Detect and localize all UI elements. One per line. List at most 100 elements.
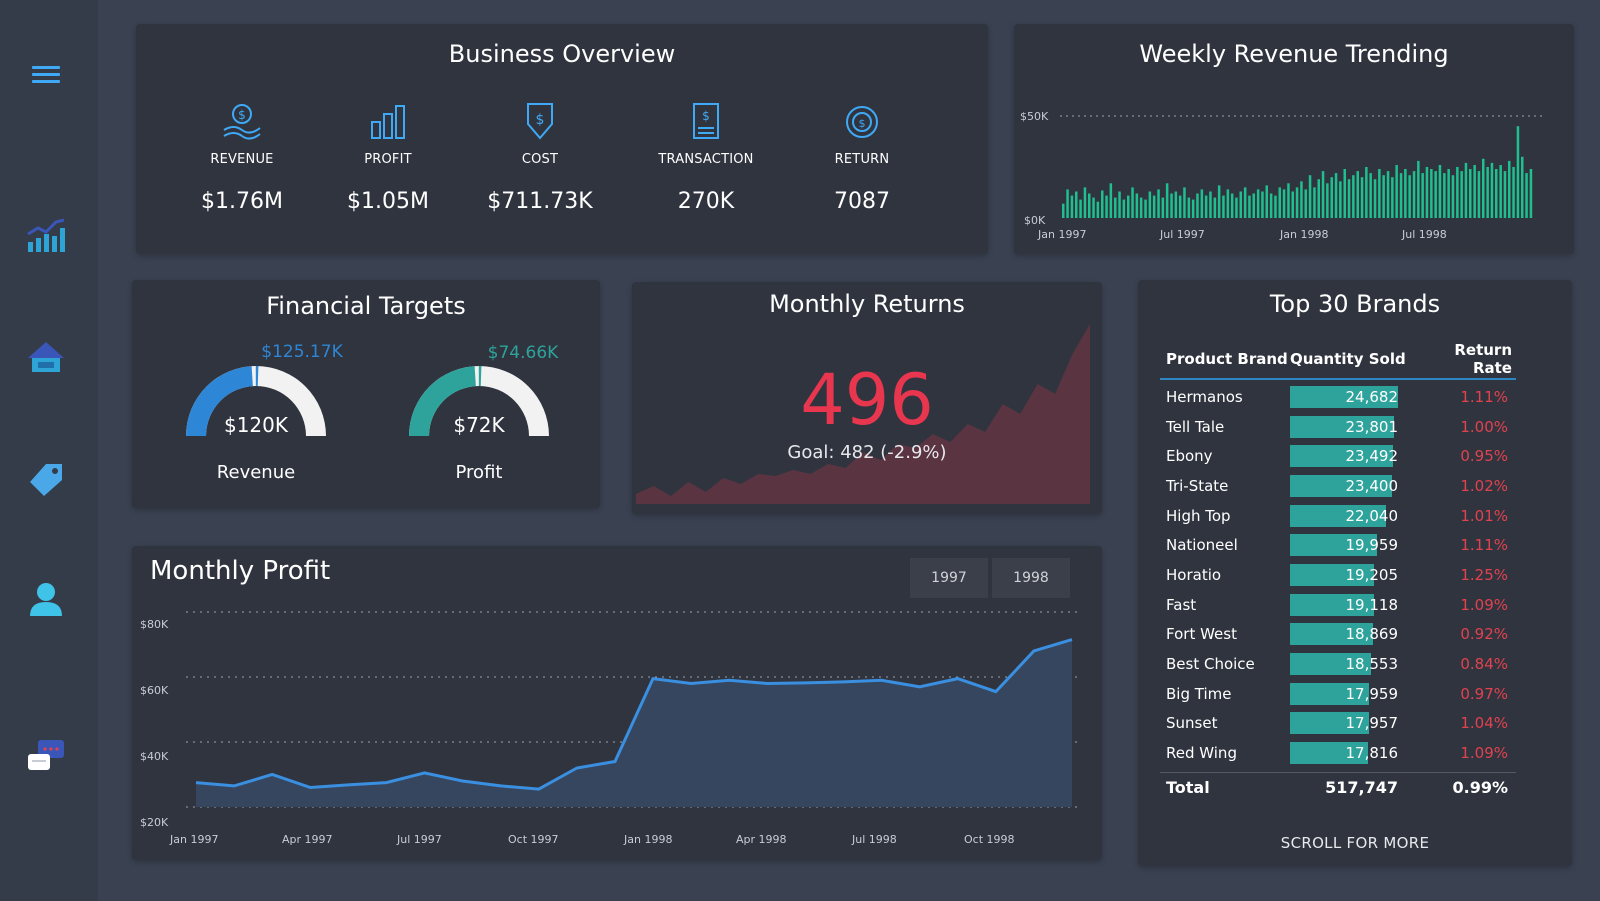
revenue-bar xyxy=(1373,179,1377,218)
revenue-bar xyxy=(1451,175,1455,218)
revenue-bar xyxy=(1079,199,1082,218)
revenue-bar xyxy=(1178,195,1182,218)
brand-name: Hermanos xyxy=(1166,387,1243,406)
table-row[interactable]: Sunset 17,957 1.04% xyxy=(1160,709,1516,739)
revenue-bar xyxy=(1330,177,1333,218)
kpi-value: 270K xyxy=(677,189,735,214)
table-header: Product Brand Quantity Sold Return Rate xyxy=(1160,340,1516,380)
kpi-label: RETURN xyxy=(834,152,890,167)
revenue-bar xyxy=(1109,183,1113,218)
revenue-bar xyxy=(1412,171,1416,218)
top-brands-panel: Top 30 Brands Product Brand Quantity Sol… xyxy=(1138,280,1572,866)
quantity-value: 17,816 xyxy=(1345,744,1399,763)
svg-text:$: $ xyxy=(536,112,545,128)
table-row[interactable]: High Top 22,040 1.01% xyxy=(1160,501,1516,531)
return-rate: 0.92% xyxy=(1460,625,1508,644)
user-icon[interactable] xyxy=(26,580,66,620)
revenue-bar xyxy=(1386,171,1390,218)
revenue-bar xyxy=(1521,156,1524,218)
column-header-return-rate[interactable]: Return Rate xyxy=(1414,341,1516,377)
revenue-bar xyxy=(1217,185,1221,218)
kpi-value: $1.05M xyxy=(347,189,429,214)
revenue-bar xyxy=(1516,126,1520,218)
revenue-bar xyxy=(1503,171,1507,218)
brand-name: High Top xyxy=(1166,506,1231,525)
revenue-bar xyxy=(1230,193,1234,218)
revenue-bar xyxy=(1196,193,1199,218)
weekly-revenue-chart: $50K $0K Jan 1997 Jul 1997 Jan 1998 Jul … xyxy=(1020,110,1544,241)
revenue-bar xyxy=(1512,167,1515,218)
revenue-bar xyxy=(1282,189,1286,218)
revenue-bar xyxy=(1209,191,1212,218)
table-row[interactable]: Nationeel 19,959 1.11% xyxy=(1160,530,1516,560)
x-tick-label: Jan 1997 xyxy=(169,833,218,846)
basket-icon[interactable] xyxy=(26,338,66,378)
table-row[interactable]: Red Wing 17,816 1.09% xyxy=(1160,738,1516,768)
cost-icon: $ xyxy=(527,103,553,140)
revenue-bar xyxy=(1399,173,1403,218)
column-header-brand[interactable]: Product Brand xyxy=(1160,350,1290,368)
revenue-bar xyxy=(1278,187,1281,218)
return-rate: 1.00% xyxy=(1460,417,1508,436)
table-row[interactable]: Horatio 19,205 1.25% xyxy=(1160,560,1516,590)
menu-icon[interactable] xyxy=(26,56,66,96)
tag-icon[interactable] xyxy=(26,460,66,500)
revenue-bar xyxy=(1456,167,1459,218)
svg-text:$: $ xyxy=(238,108,246,122)
return-rate: 1.11% xyxy=(1460,536,1508,555)
table-body[interactable]: Hermanos 24,682 1.11% Tell Tale 23,801 1.00% E… xyxy=(1160,380,1516,772)
revenue-bar xyxy=(1114,197,1117,218)
revenue-bar xyxy=(1482,158,1485,218)
table-total-row: Total 517,747 0.99% xyxy=(1160,772,1516,802)
svg-text:$: $ xyxy=(859,117,866,130)
revenue-bar xyxy=(1157,189,1160,218)
return-rate: 1.04% xyxy=(1460,714,1508,733)
revenue-bar xyxy=(1360,177,1364,218)
table-row[interactable]: Fort West 18,869 0.92% xyxy=(1160,620,1516,650)
return-rate: 1.09% xyxy=(1460,744,1508,763)
revenue-bar xyxy=(1447,169,1450,218)
table-row[interactable]: Hermanos 24,682 1.11% xyxy=(1160,382,1516,412)
revenue-bar xyxy=(1191,199,1195,218)
revenue-bar xyxy=(1304,189,1307,218)
revenue-bar xyxy=(1092,197,1095,218)
table-row[interactable]: Fast 19,118 1.09% xyxy=(1160,590,1516,620)
quantity-cell: 23,400 xyxy=(1290,474,1408,497)
quantity-value: 22,040 xyxy=(1345,506,1399,525)
chat-icon[interactable] xyxy=(26,736,66,776)
table-row[interactable]: Tri-State 23,400 1.02% xyxy=(1160,471,1516,501)
total-quantity: 517,747 xyxy=(1325,778,1398,797)
table-row[interactable]: Ebony 23,492 0.95% xyxy=(1160,441,1516,471)
table-row[interactable]: Best Choice 18,553 0.84% xyxy=(1160,649,1516,679)
x-tick-label: Jul 1998 xyxy=(1401,228,1447,241)
y-tick-label: $0K xyxy=(1024,214,1046,227)
kpi-label: PROFIT xyxy=(364,152,412,167)
revenue-bar xyxy=(1495,169,1498,218)
table-row[interactable]: Big Time 17,959 0.97% xyxy=(1160,679,1516,709)
scroll-for-more-link[interactable]: SCROLL FOR MORE xyxy=(1138,834,1572,852)
chart-icon[interactable] xyxy=(26,216,66,256)
revenue-bar xyxy=(1339,181,1342,218)
x-tick-label: Oct 1998 xyxy=(964,833,1015,846)
svg-text:$: $ xyxy=(702,109,710,123)
revenue-bar xyxy=(1226,189,1230,218)
revenue-bar xyxy=(1460,171,1463,218)
quantity-cell: 17,816 xyxy=(1290,742,1408,765)
brand-name: Big Time xyxy=(1166,684,1232,703)
business-overview-panel: Business Overview $ REVENUE $1.76M PROFI… xyxy=(136,24,988,254)
column-header-quantity[interactable]: Quantity Sold xyxy=(1290,350,1414,368)
quantity-cell: 24,682 xyxy=(1290,385,1408,408)
total-return-rate: 0.99% xyxy=(1452,778,1508,797)
revenue-bar xyxy=(1287,183,1290,218)
kpi-label: COST xyxy=(521,152,559,167)
panel-title: Monthly Returns xyxy=(769,290,965,318)
table-row[interactable]: Tell Tale 23,801 1.00% xyxy=(1160,412,1516,442)
revenue-bar xyxy=(1326,183,1329,218)
revenue-bar xyxy=(1525,173,1528,218)
brand-name: Nationeel xyxy=(1166,536,1238,555)
revenue-bar xyxy=(1477,171,1481,218)
revenue-bar xyxy=(1105,195,1108,218)
return-rate: 1.01% xyxy=(1460,506,1508,525)
revenue-bar xyxy=(1269,193,1273,218)
quantity-cell: 22,040 xyxy=(1290,504,1408,527)
